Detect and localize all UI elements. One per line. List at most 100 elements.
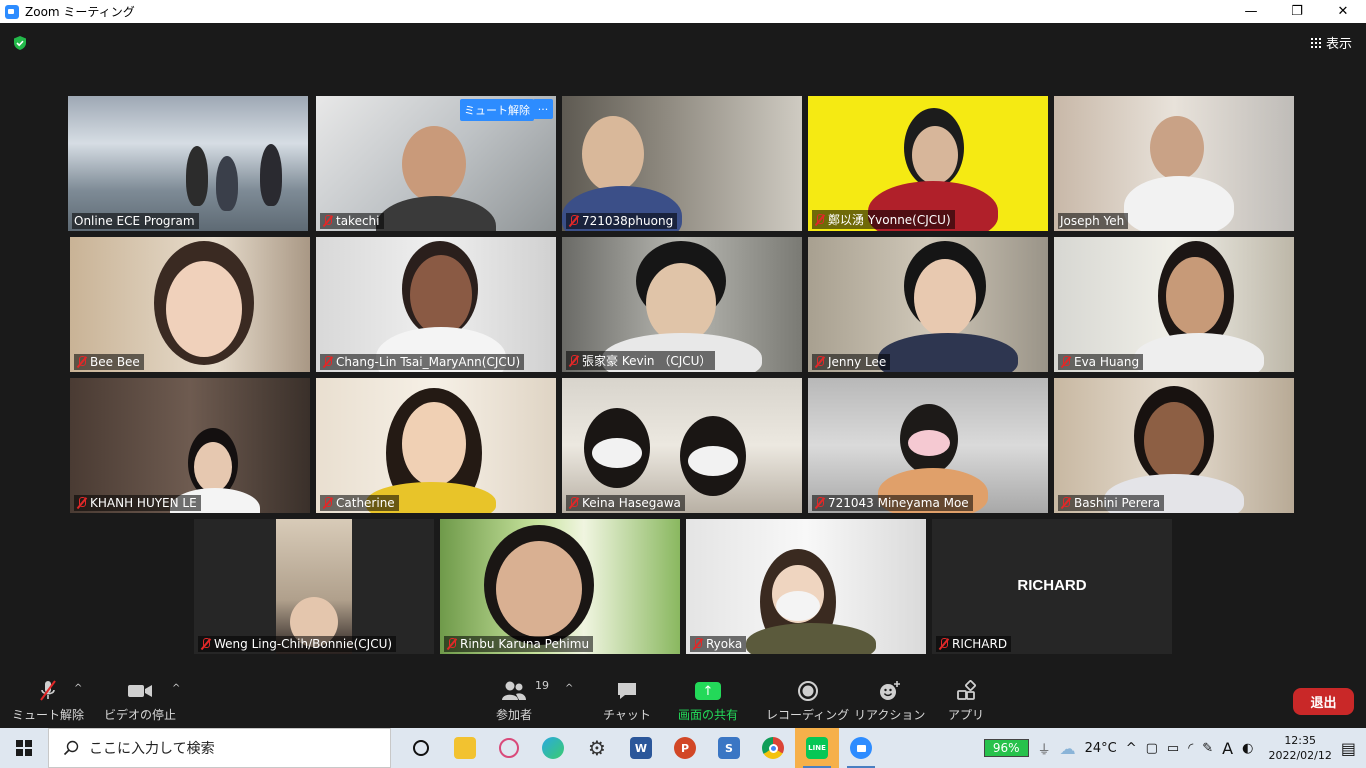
participant-name: 721038phuong (582, 214, 674, 228)
grid-view-icon (1310, 37, 1321, 48)
zoom-taskbar-button[interactable] (839, 728, 883, 768)
chrome-icon (762, 737, 784, 759)
edge-browser-icon (542, 737, 564, 759)
app-s-button[interactable]: S (707, 728, 751, 768)
participant-name: Weng Ling-Chih/Bonnie(CJCU) (214, 637, 393, 651)
security-shield-icon[interactable] (12, 35, 28, 51)
share-screen-button[interactable]: ↑ 画面の共有 (678, 679, 738, 723)
muted-mic-icon (814, 497, 825, 509)
participant-name-tag: 張家豪 Kevin （CJCU） (566, 351, 716, 370)
video-tile[interactable]: Jenny Lee (808, 237, 1048, 372)
participants-options-caret-icon[interactable]: ^ (565, 683, 573, 694)
clock-time: 12:35 (1284, 734, 1317, 747)
muted-mic-icon (1060, 497, 1071, 509)
ime-icon[interactable]: ◐ (1242, 741, 1253, 756)
participants-button[interactable]: 19 参加者 (496, 679, 549, 723)
participant-name: 鄭以湧 Yvonne(CJCU) (828, 213, 951, 227)
settings-button[interactable]: ⚙ (575, 728, 619, 768)
view-button[interactable]: 表示 (1310, 33, 1352, 52)
temperature[interactable]: 24°C (1085, 741, 1117, 756)
participant-name: Jenny Lee (828, 355, 887, 369)
participant-name-tag: Bashini Perera (1058, 495, 1165, 511)
pen-icon[interactable]: ✎ (1202, 741, 1213, 756)
cortana-circle-icon (413, 740, 429, 756)
apps-button[interactable]: アプリ (948, 679, 984, 723)
muted-mic-icon (322, 497, 333, 509)
smiley-plus-icon (878, 679, 902, 703)
video-tile[interactable]: Online ECE Program (68, 96, 308, 231)
video-tile[interactable]: Bashini Perera (1054, 378, 1294, 513)
unmute-participant-button[interactable]: ミュート解除 (460, 99, 534, 121)
cortana-button[interactable] (399, 728, 443, 768)
search-icon (63, 740, 79, 756)
video-tile[interactable]: Catherine (316, 378, 556, 513)
wifi-icon[interactable]: ◜ (1188, 741, 1193, 756)
video-tile[interactable]: Bee Bee (70, 237, 310, 372)
participant-name-tag: RICHARD (936, 636, 1012, 652)
video-tile[interactable]: RICHARD RICHARD (932, 519, 1172, 654)
minimize-button[interactable]: — (1228, 0, 1274, 23)
video-tile[interactable]: Joseph Yeh (1054, 96, 1294, 231)
chat-button[interactable]: チャット (603, 679, 651, 723)
reactions-button[interactable]: リアクション (854, 679, 925, 723)
participant-name: RICHARD (952, 637, 1008, 651)
start-button[interactable] (0, 728, 48, 768)
battery-icon[interactable]: ▭ (1167, 741, 1179, 756)
participant-name-tag: Chang-Lin Tsai_MaryAnn(CJCU) (320, 354, 525, 370)
record-button[interactable]: レコーディング (766, 679, 849, 723)
chrome-button[interactable] (751, 728, 795, 768)
participant-name: Eva Huang (1074, 355, 1140, 369)
video-tile[interactable]: Ryoka (686, 519, 926, 654)
video-off-name: RICHARD (1017, 577, 1087, 594)
participant-name: Joseph Yeh (1060, 214, 1125, 228)
title-bar: Zoom ミーティング — ❐ ✕ (0, 0, 1366, 23)
word-button[interactable]: W (619, 728, 663, 768)
edge-button[interactable] (531, 728, 575, 768)
snip-sketch-icon (499, 738, 519, 758)
video-tile[interactable]: Chang-Lin Tsai_MaryAnn(CJCU) (316, 237, 556, 372)
video-tile[interactable]: 721038phuong (562, 96, 802, 231)
close-button[interactable]: ✕ (1320, 0, 1366, 23)
more-options-button[interactable]: ··· (533, 99, 553, 119)
video-tile[interactable]: Weng Ling-Chih/Bonnie(CJCU) (194, 519, 434, 654)
maximize-button[interactable]: ❐ (1274, 0, 1320, 23)
weather-cloud-icon[interactable]: ☁ (1060, 739, 1076, 758)
video-tile[interactable]: Rinbu Karuna Pehimu (440, 519, 680, 654)
zoom-icon (850, 737, 872, 759)
clock-date: 2022/02/12 (1268, 749, 1332, 762)
folder-icon (454, 737, 476, 759)
meet-now-icon[interactable]: ▢ (1146, 741, 1158, 756)
audio-options-caret-icon[interactable]: ^ (74, 683, 82, 694)
chat-bubble-icon (616, 679, 638, 703)
video-tile[interactable]: 721043 Mineyama Moe (808, 378, 1048, 513)
file-explorer-button[interactable] (443, 728, 487, 768)
leave-meeting-button[interactable]: 退出 (1293, 688, 1354, 715)
show-hidden-icons-chevron-icon[interactable]: ^ (1126, 741, 1137, 756)
video-tile[interactable]: 張家豪 Kevin （CJCU） (562, 237, 802, 372)
participant-name: Online ECE Program (74, 214, 195, 228)
video-tile[interactable]: Eva Huang (1054, 237, 1294, 372)
video-tile[interactable]: Keina Hasegawa (562, 378, 802, 513)
notifications-icon[interactable]: ▤ (1341, 739, 1356, 758)
video-options-caret-icon[interactable]: ^ (172, 683, 180, 694)
line-button[interactable]: LINE (795, 728, 839, 768)
powerpoint-button[interactable]: P (663, 728, 707, 768)
participant-name-tag: Keina Hasegawa (566, 495, 685, 511)
record-label: レコーディング (766, 708, 850, 722)
participant-name-tag: Catherine (320, 495, 399, 511)
snipping-tool-button[interactable] (487, 728, 531, 768)
muted-mic-icon (568, 497, 579, 509)
stop-video-button[interactable]: ビデオの停止 (104, 679, 176, 723)
taskbar-search-box[interactable]: ここに入力して検索 (48, 728, 391, 768)
video-tile[interactable]: 鄭以湧 Yvonne(CJCU) (808, 96, 1048, 231)
plug-icon: ⏚ (1037, 742, 1051, 758)
clock[interactable]: 12:35 2022/02/12 (1268, 733, 1331, 763)
gear-icon: ⚙ (588, 736, 606, 760)
muted-mic-icon (568, 215, 579, 227)
battery-indicator[interactable]: 96% (983, 739, 1029, 757)
ime-mode[interactable]: A (1222, 739, 1233, 758)
video-tile[interactable]: KHANH HUYEN LE (70, 378, 310, 513)
reactions-label: リアクション (854, 708, 926, 722)
video-tile[interactable]: ミュート解除 ··· takechi (316, 96, 556, 231)
muted-mic-icon (568, 354, 579, 367)
